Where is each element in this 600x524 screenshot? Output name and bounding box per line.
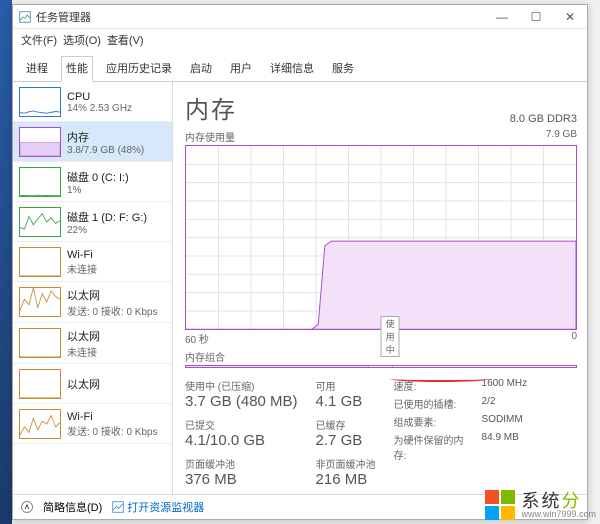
main-panel: 内存 8.0 GB DDR3 内存使用量 7.9 GB 60 秒 使用中 0 内… (173, 82, 587, 494)
formfactor-value: SODIMM (482, 414, 523, 429)
available-value: 4.1 GB (316, 393, 376, 410)
tab-服务[interactable]: 服务 (327, 56, 359, 82)
sidebar-item-sub: 3.8/7.9 GB (48%) (67, 145, 144, 156)
in-use-label: 使用中 (已压缩) (185, 378, 298, 393)
sidebar-item-内存-1[interactable]: 内存3.8/7.9 GB (48%) (13, 122, 172, 162)
menu-options[interactable]: 选项(O) (61, 31, 103, 49)
paged-value: 376 MB (185, 471, 298, 488)
committed-value: 4.1/10.0 GB (185, 432, 298, 449)
cached-value: 2.7 GB (316, 432, 376, 449)
chart-ymax: 7.9 GB (546, 129, 577, 144)
sidebar-item-磁盘 1 (D: F: G:)-3[interactable]: 磁盘 1 (D: F: G:)22% (13, 202, 172, 242)
performance-sidebar: CPU14% 2.53 GHz内存3.8/7.9 GB (48%)磁盘 0 (C… (13, 82, 173, 494)
sidebar-item-以太网-7[interactable]: 以太网 (13, 364, 172, 404)
tab-bar: 进程性能应用历史记录启动用户详细信息服务 (13, 53, 587, 82)
sidebar-item-CPU-0[interactable]: CPU14% 2.53 GHz (13, 82, 172, 122)
sidebar-item-name: 以太网 (67, 376, 100, 392)
windows-logo-icon (485, 490, 515, 520)
slots-label: 已使用的插槽: (394, 396, 474, 411)
reserved-label: 为硬件保留的内存: (394, 432, 474, 462)
sparkline-thumb (19, 287, 61, 317)
sparkline-thumb (19, 409, 61, 439)
sidebar-item-name: 磁盘 0 (C: I:) (67, 169, 129, 185)
sidebar-item-name: Wi-Fi (67, 411, 158, 423)
page-title: 内存 (185, 90, 237, 125)
collapse-icon[interactable]: ˄ (21, 501, 33, 513)
formfactor-label: 组成要素: (394, 414, 474, 429)
memory-usage-chart (185, 145, 577, 330)
sparkline-thumb (19, 167, 61, 197)
tab-用户[interactable]: 用户 (225, 56, 257, 82)
sparkline-thumb (19, 207, 61, 237)
sidebar-item-sub: 1% (67, 185, 129, 196)
sidebar-item-name: 以太网 (67, 328, 100, 344)
sidebar-item-磁盘 0 (C: I:)-2[interactable]: 磁盘 0 (C: I:)1% (13, 162, 172, 202)
sidebar-item-sub: 发送: 0 接收: 0 Kbps (67, 423, 158, 438)
cached-label: 已缓存 (316, 417, 376, 432)
paged-label: 页面缓冲池 (185, 456, 298, 471)
sidebar-item-sub: 22% (67, 225, 147, 236)
axis-left: 60 秒 (185, 331, 209, 346)
sparkline-thumb (19, 87, 61, 117)
reserved-value: 84.9 MB (482, 432, 519, 462)
sidebar-item-以太网-5[interactable]: 以太网发送: 0 接收: 0 Kbps (13, 282, 172, 323)
menubar: 文件(F) 选项(O) 查看(V) (13, 29, 587, 53)
tab-应用历史记录[interactable]: 应用历史记录 (101, 56, 177, 82)
watermark: 系统分 www.win7999.com (485, 490, 596, 520)
sidebar-item-name: Wi-Fi (67, 249, 97, 261)
available-label: 可用 (316, 378, 376, 393)
sidebar-item-sub: 发送: 0 接收: 0 Kbps (67, 303, 158, 318)
sparkline-thumb (19, 247, 61, 277)
task-manager-window: 任务管理器 — ☐ ✕ 文件(F) 选项(O) 查看(V) 进程性能应用历史记录… (12, 4, 588, 520)
axis-right: 0 (571, 331, 577, 346)
memory-stats: 使用中 (已压缩) 3.7 GB (480 MB) 已提交 4.1/10.0 G… (185, 378, 577, 488)
menu-view[interactable]: 查看(V) (105, 31, 146, 49)
sidebar-item-sub: 未连接 (67, 261, 97, 276)
slots-value: 2/2 (482, 396, 496, 411)
sidebar-item-sub: 14% 2.53 GHz (67, 103, 132, 114)
sparkline-thumb (19, 328, 61, 358)
nonpaged-label: 非页面缓冲池 (316, 456, 376, 471)
open-resmon-link[interactable]: 打开资源监视器 (112, 499, 204, 515)
tab-启动[interactable]: 启动 (185, 56, 217, 82)
window-title: 任务管理器 (36, 9, 91, 25)
sidebar-item-sub: 未连接 (67, 344, 100, 359)
resmon-icon (112, 501, 124, 513)
sidebar-item-Wi-Fi-8[interactable]: Wi-Fi发送: 0 接收: 0 Kbps (13, 404, 172, 444)
sparkline-thumb (19, 127, 61, 157)
maximize-button[interactable]: ☐ (519, 6, 553, 28)
chart-title: 内存使用量 (185, 129, 235, 144)
memory-composition-bar (185, 365, 577, 368)
speed-value: 1600 MHz (482, 378, 528, 393)
annotation-underline (390, 376, 490, 382)
titlebar: 任务管理器 — ☐ ✕ (13, 5, 587, 29)
memory-spec: 8.0 GB DDR3 (510, 113, 577, 125)
tab-性能[interactable]: 性能 (61, 56, 93, 82)
sidebar-item-name: 以太网 (67, 287, 158, 303)
committed-label: 已提交 (185, 417, 298, 432)
simple-view-link[interactable]: 简略信息(D) (43, 499, 102, 515)
sparkline-thumb (19, 369, 61, 399)
in-use-value: 3.7 GB (480 MB) (185, 393, 298, 410)
sidebar-item-name: CPU (67, 91, 132, 103)
sidebar-item-name: 内存 (67, 129, 144, 145)
menu-file[interactable]: 文件(F) (19, 31, 59, 49)
close-button[interactable]: ✕ (553, 6, 587, 28)
tab-详细信息[interactable]: 详细信息 (265, 56, 319, 82)
sidebar-item-Wi-Fi-4[interactable]: Wi-Fi未连接 (13, 242, 172, 282)
sidebar-item-name: 磁盘 1 (D: F: G:) (67, 209, 147, 225)
nonpaged-value: 216 MB (316, 471, 376, 488)
minimize-button[interactable]: — (485, 6, 519, 28)
tab-进程[interactable]: 进程 (21, 56, 53, 82)
sidebar-item-以太网-6[interactable]: 以太网未连接 (13, 323, 172, 364)
app-icon (19, 11, 31, 23)
